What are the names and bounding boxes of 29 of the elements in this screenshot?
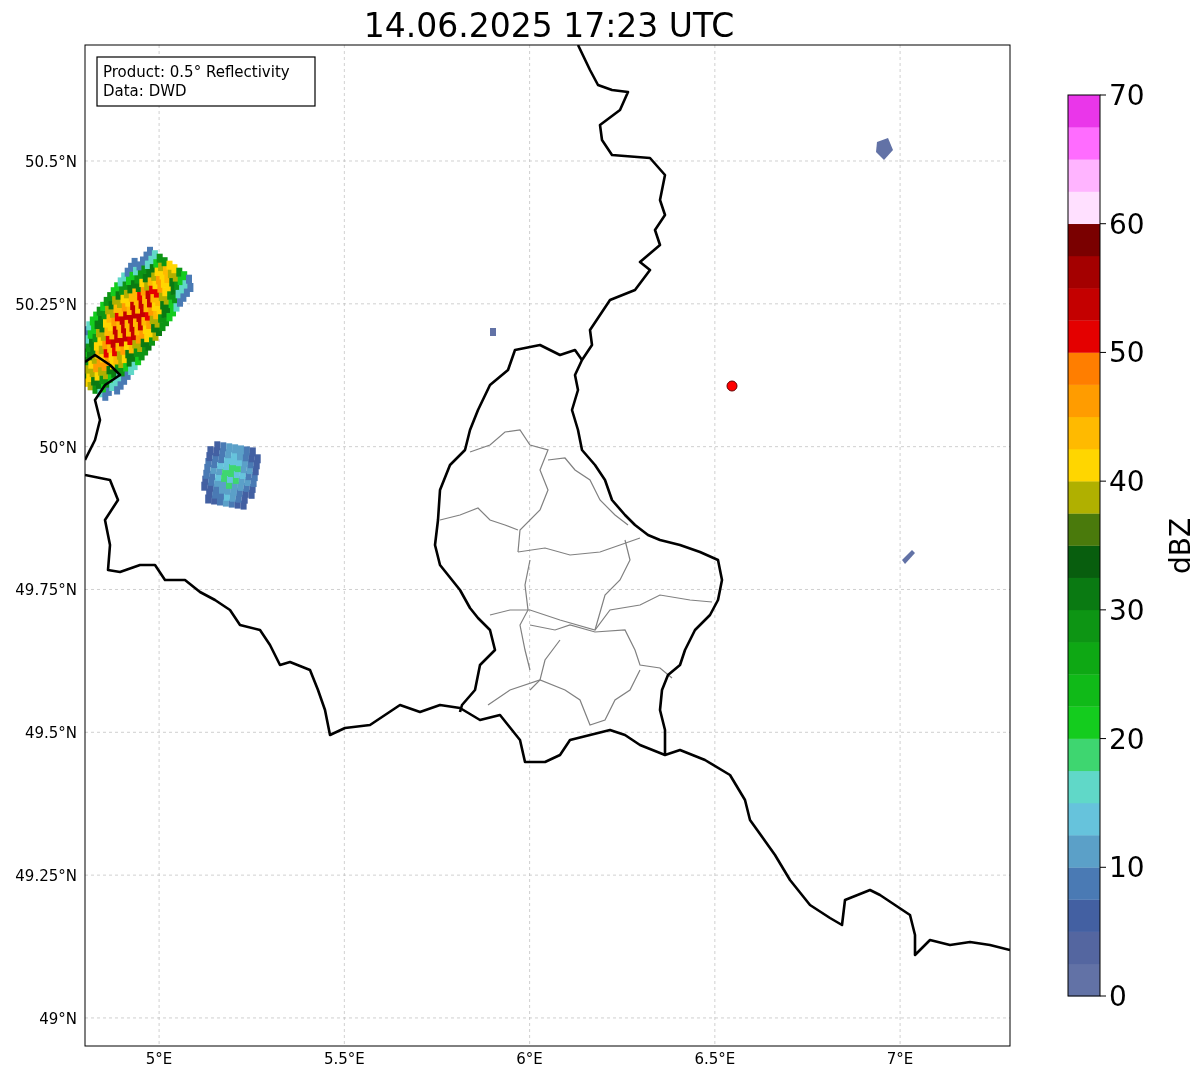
latitude-label: 49.5°N xyxy=(24,724,77,743)
rain-echo-drawing xyxy=(201,441,261,510)
info-text: Product: 0.5° Reflectivity xyxy=(103,63,290,81)
colorbar-tick-label: 0 xyxy=(1109,980,1127,1013)
latitude-label: 50.5°N xyxy=(24,153,77,171)
info-text: Data: DWD xyxy=(103,82,187,100)
colorbar-label: dBZ xyxy=(1164,517,1197,575)
colorbar-tick-label: 50 xyxy=(1109,336,1145,370)
echo-speck xyxy=(876,138,893,160)
longitude-label: 5°E xyxy=(145,1050,173,1068)
colorbar-tick-label: 40 xyxy=(1109,465,1145,499)
latitude-label: 50.25°N xyxy=(15,295,77,314)
colorbar-tick-label: 10 xyxy=(1109,851,1145,885)
longitude-label: 7°E xyxy=(886,1050,914,1068)
colorbar-tick-label: 70 xyxy=(1109,79,1145,112)
latitude-label: 50°N xyxy=(39,438,77,457)
longitude-label: 5.5°E xyxy=(323,1050,365,1068)
echo-speck xyxy=(490,328,496,336)
echo-speck xyxy=(902,550,915,564)
latitude-label: 49°N xyxy=(39,1009,77,1028)
latitude-label: 49.25°N xyxy=(15,867,77,886)
latitude-label: 49.75°N xyxy=(15,581,77,600)
colorbar-tick-label: 30 xyxy=(1109,593,1145,627)
chart-title: 14.06.2025 17:23 UTC xyxy=(363,6,735,45)
location-marker xyxy=(726,380,738,392)
colorbar-tick-label: 60 xyxy=(1109,207,1145,241)
colorbar-tick-label: 20 xyxy=(1109,722,1145,756)
longitude-label: 6.5°E xyxy=(694,1050,736,1068)
longitude-label: 6°E xyxy=(516,1050,543,1068)
